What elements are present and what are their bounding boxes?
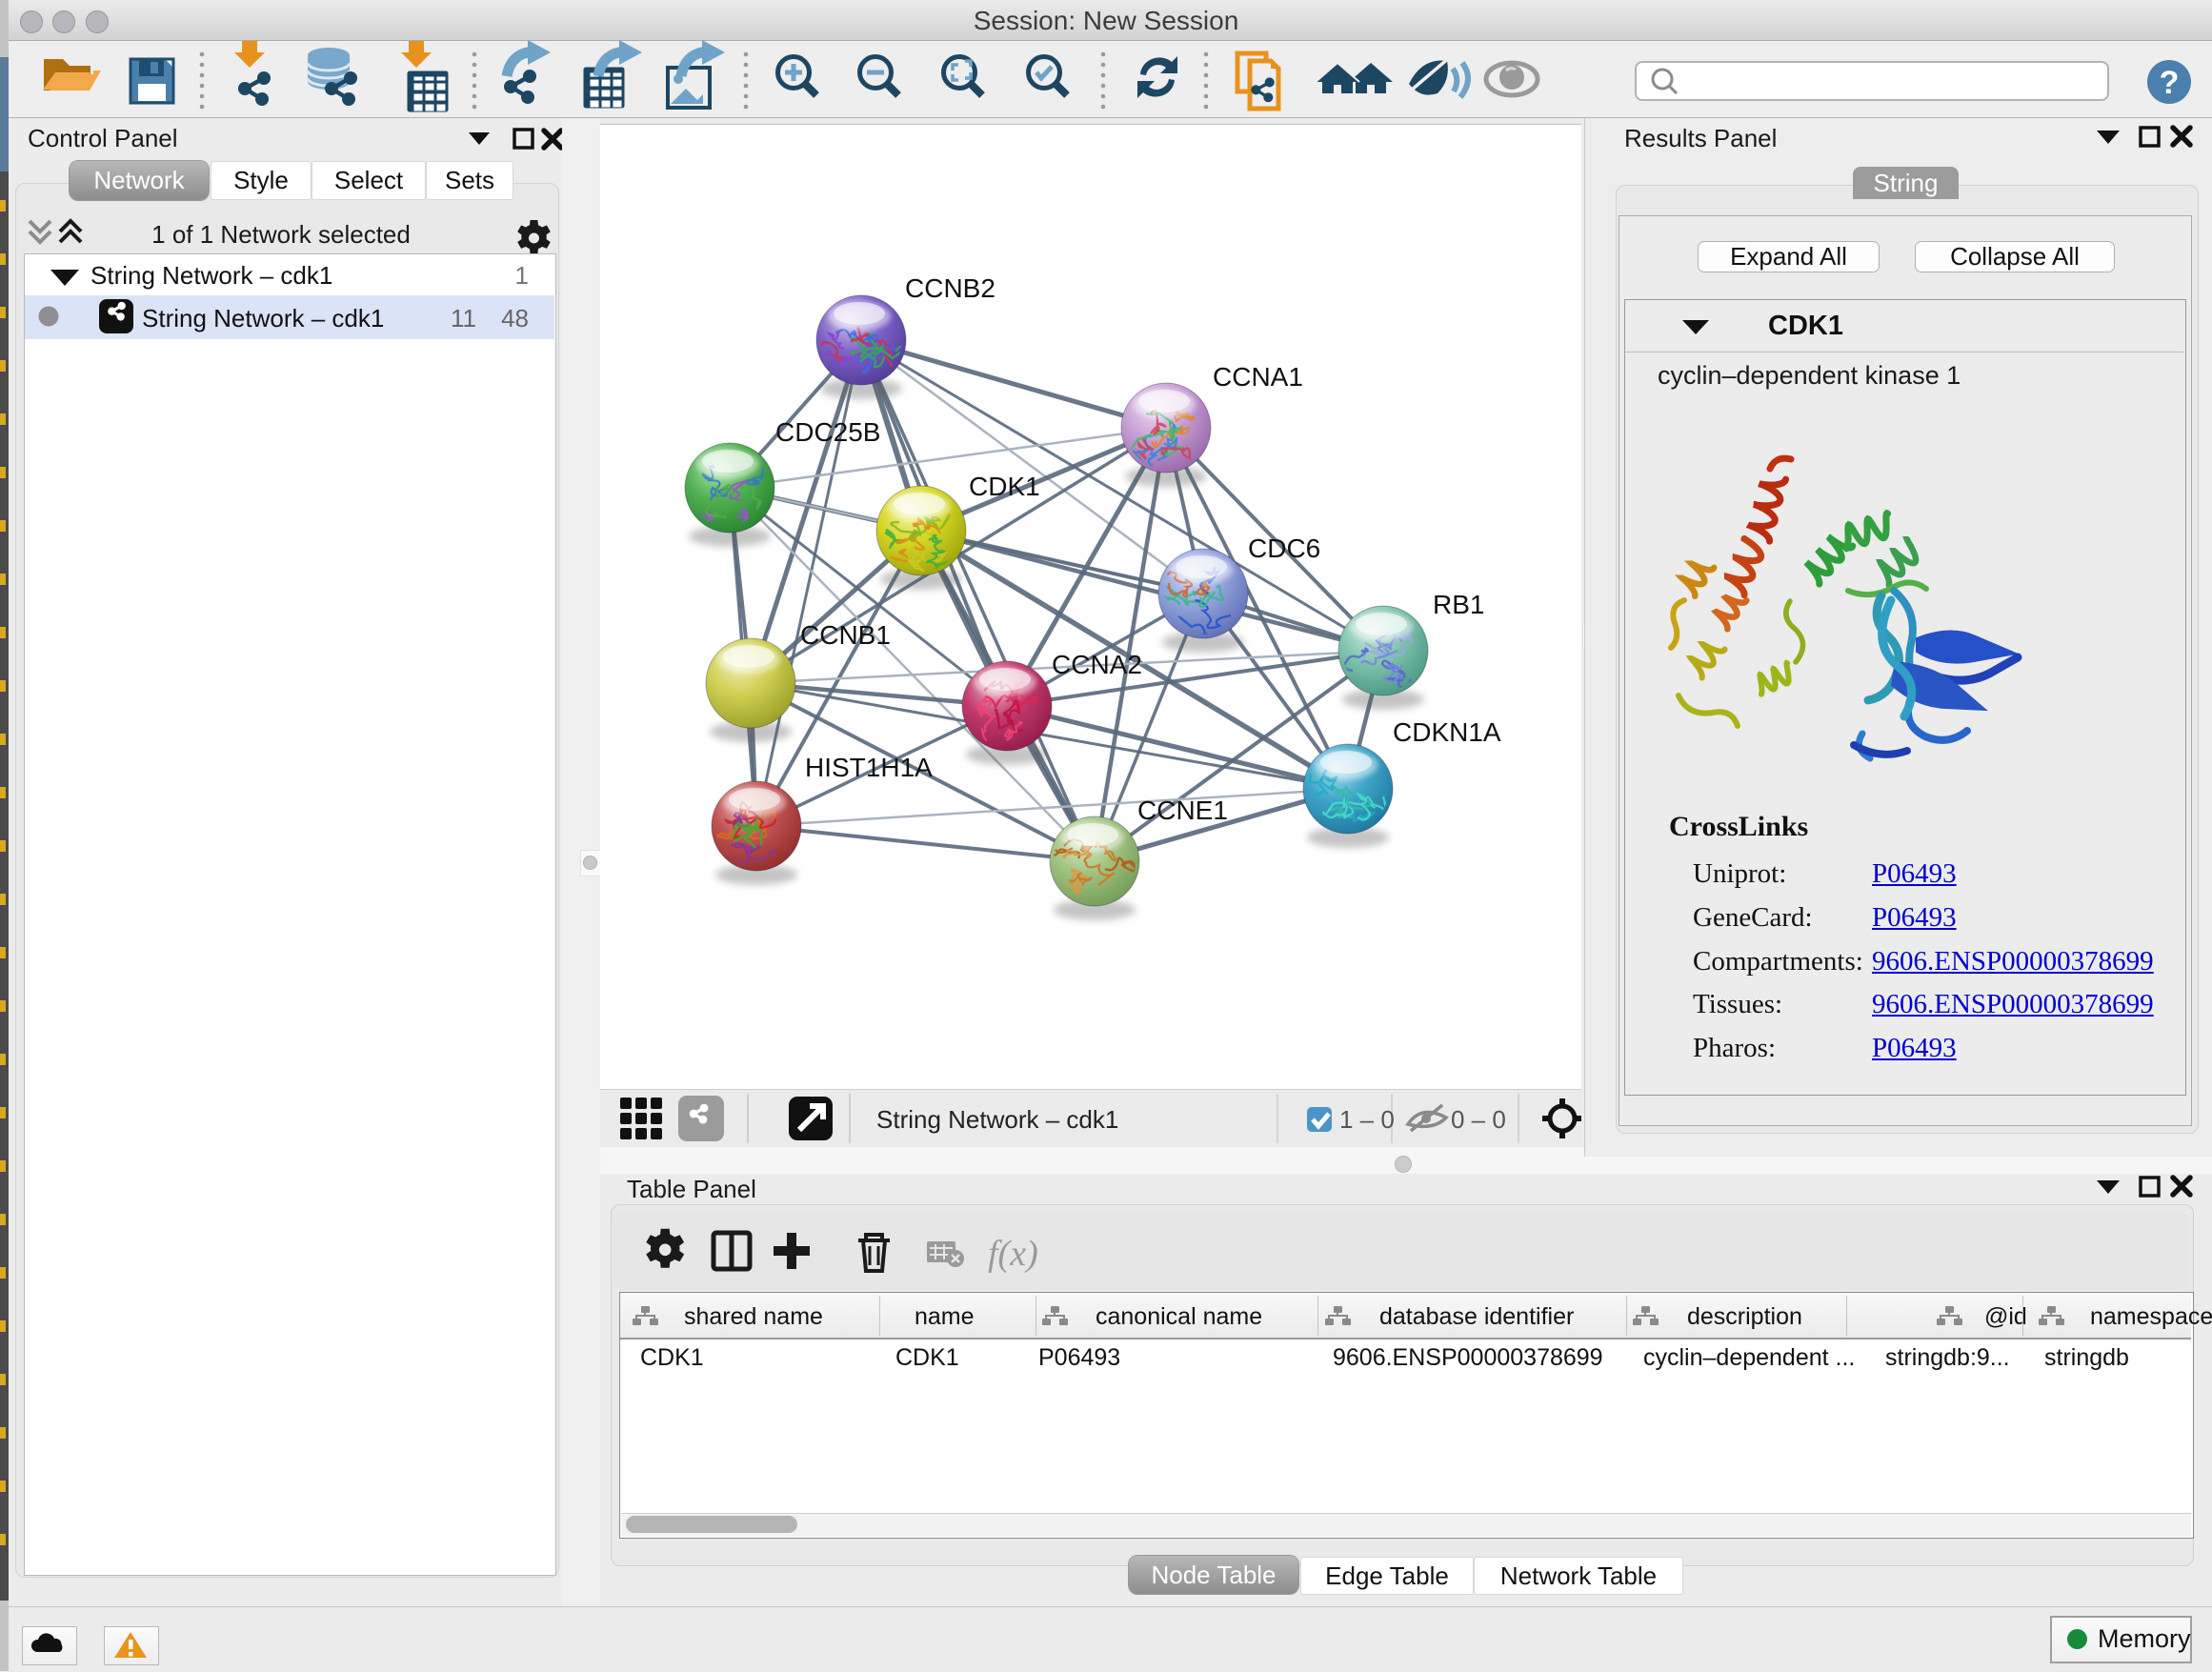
svg-text:CCNB2: CCNB2 [905,273,995,303]
svg-text:CDC25B: CDC25B [775,417,880,447]
svg-text:CCNA1: CCNA1 [1213,362,1303,392]
svg-text:CCNB1: CCNB1 [800,620,891,650]
svg-text:?: ? [2160,65,2180,101]
svg-text:f(x): f(x) [988,1234,1038,1274]
svg-text:RB1: RB1 [1433,590,1484,619]
svg-text:CDKN1A: CDKN1A [1393,717,1501,747]
svg-text:CDK1: CDK1 [969,472,1040,501]
svg-text:CDC6: CDC6 [1248,534,1320,563]
svg-text:CCNA2: CCNA2 [1052,650,1142,679]
svg-text:HIST1H1A: HIST1H1A [805,753,933,782]
svg-text:CCNE1: CCNE1 [1137,796,1228,825]
